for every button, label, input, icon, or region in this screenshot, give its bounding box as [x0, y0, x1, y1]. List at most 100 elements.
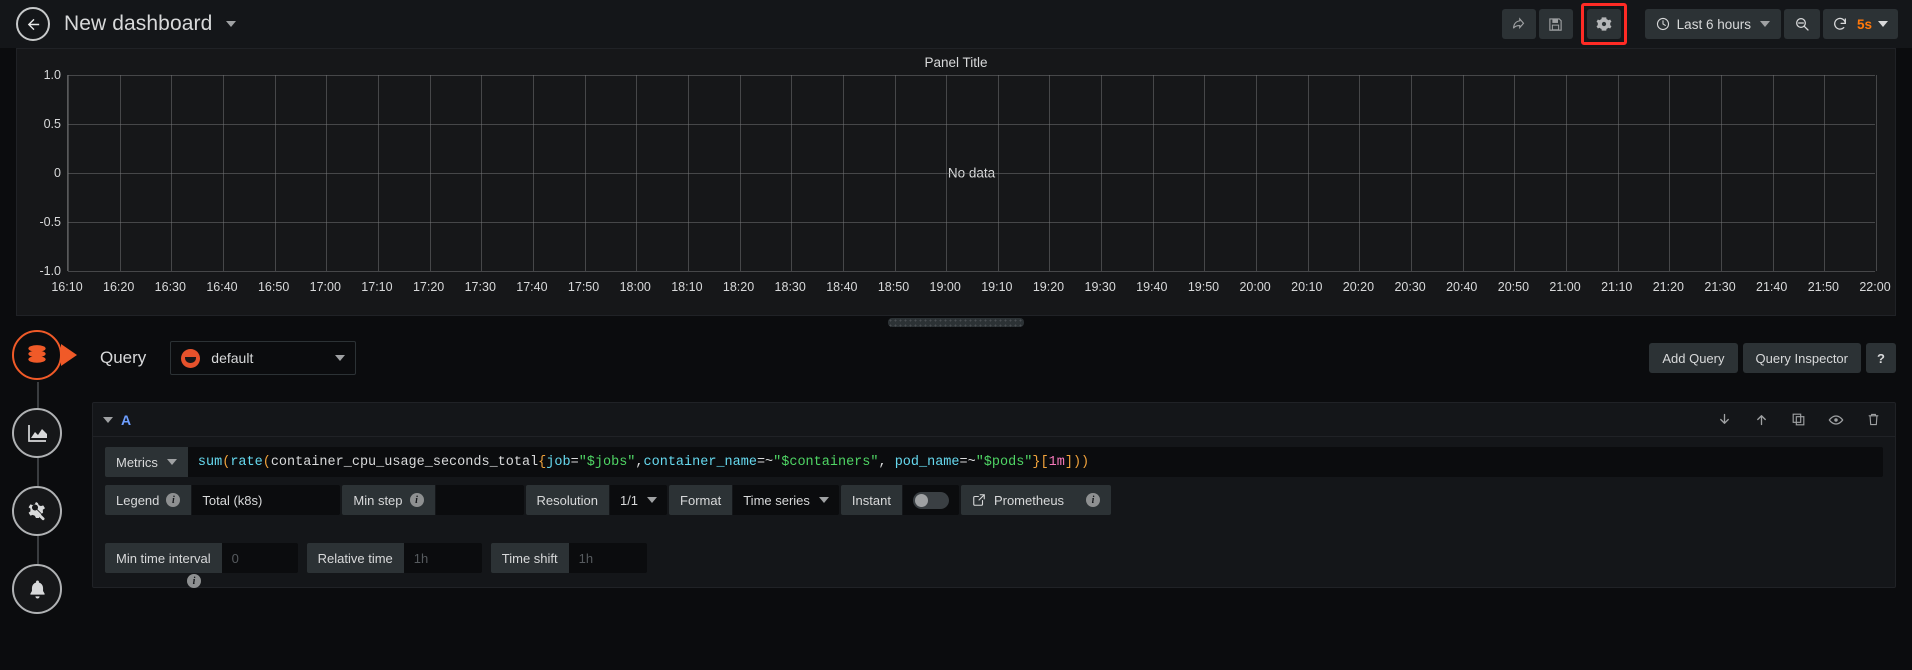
instant-label-text: Instant [852, 493, 891, 508]
x-axis-tick: 20:50 [1498, 280, 1529, 294]
share-button[interactable] [1502, 9, 1536, 39]
gridline-horizontal [68, 75, 1875, 76]
query-ref-id[interactable]: A [121, 412, 131, 428]
sidebar-item-general[interactable] [12, 486, 62, 536]
info-icon[interactable]: i [187, 574, 201, 588]
plot-area[interactable]: 1.00.50-0.5-1.0 No data 16:1016:2016:301… [17, 75, 1897, 317]
min-time-interval-group: Min time interval 0 i [105, 543, 298, 573]
delete-icon[interactable] [1866, 412, 1881, 427]
external-link-icon [972, 493, 986, 507]
info-icon[interactable]: i [1086, 493, 1100, 507]
x-axis-tick: 16:40 [206, 280, 237, 294]
time-controls: Last 6 hours 5s [1645, 9, 1898, 39]
chevron-down-icon [167, 459, 177, 465]
plot-grid: No data [67, 75, 1875, 271]
format-label-text: Format [680, 493, 721, 508]
x-axis-tick: 21:00 [1549, 280, 1580, 294]
datasource-picker[interactable]: default [170, 341, 356, 375]
query-time-options-row: Min time interval 0 i Relative time 1h T… [105, 543, 1883, 573]
y-axis-tick: -1.0 [39, 264, 61, 278]
collapse-toggle-icon[interactable] [103, 417, 113, 423]
chevron-down-icon [335, 355, 345, 361]
info-icon[interactable]: i [410, 493, 424, 507]
instant-toggle-wrap [903, 485, 959, 515]
instant-toggle[interactable] [913, 492, 949, 509]
query-expression-input[interactable]: sum(rate(container_cpu_usage_seconds_tot… [188, 447, 1883, 477]
relative-time-label-text: Relative time [318, 551, 393, 566]
arrow-left-icon [25, 16, 42, 33]
expr-token-metric: container_cpu_usage_seconds_total [271, 455, 538, 470]
dashboard-title[interactable]: New dashboard [64, 12, 236, 36]
graph-icon [25, 421, 49, 445]
query-inspector-button[interactable]: Query Inspector [1743, 343, 1862, 373]
metrics-dropdown[interactable]: Metrics [105, 447, 188, 477]
sidebar-item-queries[interactable] [12, 330, 62, 380]
x-axis-tick: 18:50 [878, 280, 909, 294]
y-axis-tick: 1.0 [44, 68, 61, 82]
database-icon [24, 342, 50, 368]
expr-token-pod-key: pod_name [895, 455, 960, 470]
y-axis-tick: -0.5 [39, 215, 61, 229]
min-time-interval-input[interactable]: 0 [222, 543, 298, 573]
time-range-picker[interactable]: Last 6 hours [1645, 9, 1781, 39]
save-icon [1548, 17, 1563, 32]
x-axis-tick: 17:00 [310, 280, 341, 294]
dashboard-title-text: New dashboard [64, 12, 212, 35]
relative-time-label: Relative time [307, 543, 404, 573]
format-value: Time series [743, 493, 810, 508]
x-axis-tick: 17:20 [413, 280, 444, 294]
dashboard-settings-button[interactable] [1587, 9, 1621, 39]
legend-label-text: Legend [116, 493, 159, 508]
bell-icon [26, 578, 49, 601]
refresh-controls[interactable]: 5s [1823, 9, 1898, 39]
settings-wrench-icon [25, 499, 49, 523]
duplicate-icon[interactable] [1791, 412, 1806, 427]
resolution-select[interactable]: 1/1 [610, 485, 667, 515]
info-icon[interactable]: i [166, 493, 180, 507]
x-axis-tick: 19:50 [1188, 280, 1219, 294]
x-axis-tick: 16:10 [51, 280, 82, 294]
x-axis-tick: 20:20 [1343, 280, 1374, 294]
zoom-out-icon [1794, 16, 1810, 32]
sidebar-item-visualization[interactable] [12, 408, 62, 458]
time-shift-input[interactable]: 1h [569, 543, 647, 573]
panel-resize-handle[interactable] [888, 318, 1024, 327]
x-axis-tick: 21:30 [1704, 280, 1735, 294]
prometheus-docs-link[interactable]: Prometheus i [961, 485, 1111, 515]
panel-title[interactable]: Panel Title [17, 49, 1895, 73]
sidebar-item-alert[interactable] [12, 564, 62, 614]
x-axis-tick: 20:40 [1446, 280, 1477, 294]
expr-token-container-val: "$containers" [773, 455, 878, 470]
back-button[interactable] [16, 7, 50, 41]
instant-label: Instant [841, 485, 902, 515]
move-down-icon[interactable] [1717, 412, 1732, 427]
legend-input[interactable]: Total (k8s) [192, 485, 340, 515]
expr-token-rate: rate [230, 455, 262, 470]
help-button[interactable]: ? [1866, 343, 1896, 373]
top-navbar: New dashboard [0, 0, 1912, 48]
x-axis-tick: 18:20 [723, 280, 754, 294]
x-axis-tick: 20:00 [1239, 280, 1270, 294]
x-axis-tick: 19:40 [1136, 280, 1167, 294]
query-editor-header: Query default Add Query Query Inspector … [92, 330, 1896, 386]
x-axis-tick: 17:30 [465, 280, 496, 294]
x-axis-tick: 19:20 [1033, 280, 1064, 294]
min-step-input[interactable] [436, 485, 524, 515]
query-options-row: Legend i Total (k8s) Min step i Resoluti… [105, 485, 1883, 515]
x-axis-tick: 18:30 [775, 280, 806, 294]
zoom-out-time-button[interactable] [1784, 9, 1820, 39]
move-up-icon[interactable] [1754, 412, 1769, 427]
refresh-icon [1832, 16, 1848, 32]
format-select[interactable]: Time series [733, 485, 839, 515]
time-shift-label: Time shift [491, 543, 569, 573]
chevron-down-icon [1760, 21, 1770, 27]
relative-time-input[interactable]: 1h [404, 543, 482, 573]
x-axis-tick: 19:10 [981, 280, 1012, 294]
prometheus-link-text: Prometheus [994, 493, 1064, 508]
save-dashboard-button[interactable] [1539, 9, 1573, 39]
resolution-label: Resolution [526, 485, 609, 515]
query-header-actions: Add Query Query Inspector ? [1649, 343, 1896, 373]
query-row-body: Metrics sum(rate(container_cpu_usage_sec… [93, 437, 1895, 587]
add-query-button[interactable]: Add Query [1649, 343, 1737, 373]
toggle-visibility-icon[interactable] [1828, 412, 1844, 428]
